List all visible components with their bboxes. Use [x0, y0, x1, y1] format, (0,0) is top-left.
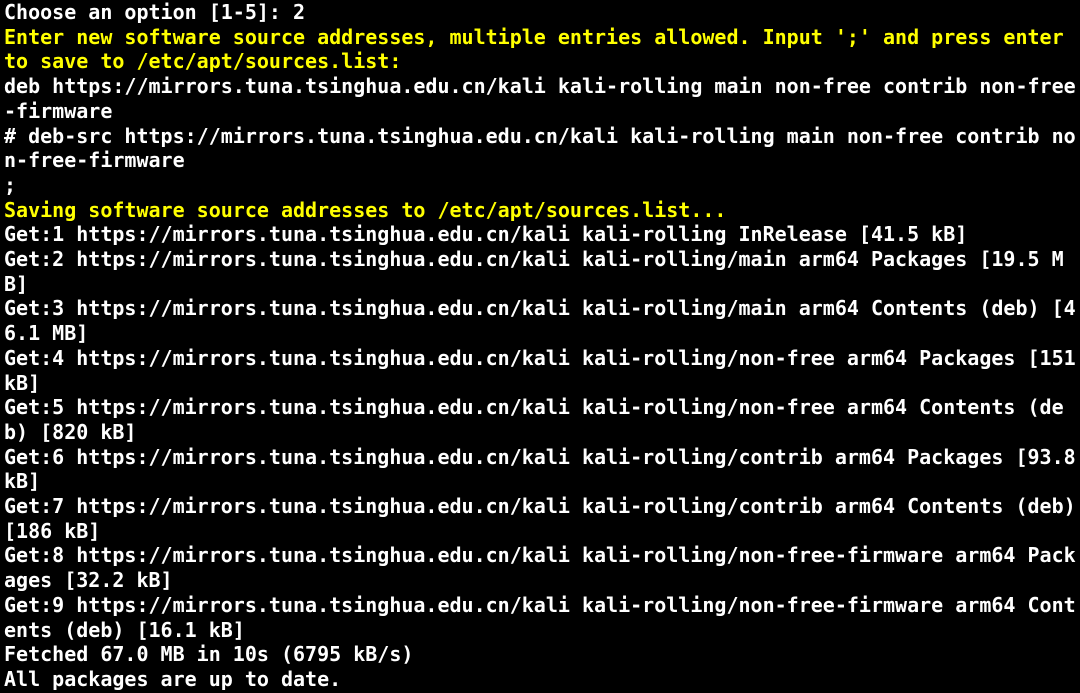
apt-get-5: Get:5 https://mirrors.tuna.tsinghua.edu.…: [4, 395, 1064, 444]
apt-get-7: Get:7 https://mirrors.tuna.tsinghua.edu.…: [4, 494, 1080, 543]
source-entry-2: # deb-src https://mirrors.tuna.tsinghua.…: [4, 124, 1076, 173]
enter-sources-prompt: Enter new software source addresses, mul…: [4, 25, 1076, 74]
saving-sources-msg: Saving software source addresses to /etc…: [4, 198, 726, 222]
source-entry-1: deb https://mirrors.tuna.tsinghua.edu.cn…: [4, 74, 1076, 123]
apt-get-2: Get:2 https://mirrors.tuna.tsinghua.edu.…: [4, 247, 1064, 296]
choose-option-line: Choose an option [1-5]: 2: [4, 0, 305, 24]
terminal-output[interactable]: Choose an option [1-5]: 2 Enter new soft…: [0, 0, 1080, 692]
apt-get-8: Get:8 https://mirrors.tuna.tsinghua.edu.…: [4, 543, 1076, 592]
apt-get-4: Get:4 https://mirrors.tuna.tsinghua.edu.…: [4, 346, 1080, 395]
input-terminator: ;: [4, 173, 16, 197]
apt-get-1: Get:1 https://mirrors.tuna.tsinghua.edu.…: [4, 222, 967, 246]
apt-get-9: Get:9 https://mirrors.tuna.tsinghua.edu.…: [4, 593, 1076, 642]
apt-get-3: Get:3 https://mirrors.tuna.tsinghua.edu.…: [4, 296, 1076, 345]
apt-up-to-date: All packages are up to date.: [4, 667, 341, 691]
apt-get-6: Get:6 https://mirrors.tuna.tsinghua.edu.…: [4, 445, 1080, 494]
apt-fetched-summary: Fetched 67.0 MB in 10s (6795 kB/s): [4, 642, 413, 666]
